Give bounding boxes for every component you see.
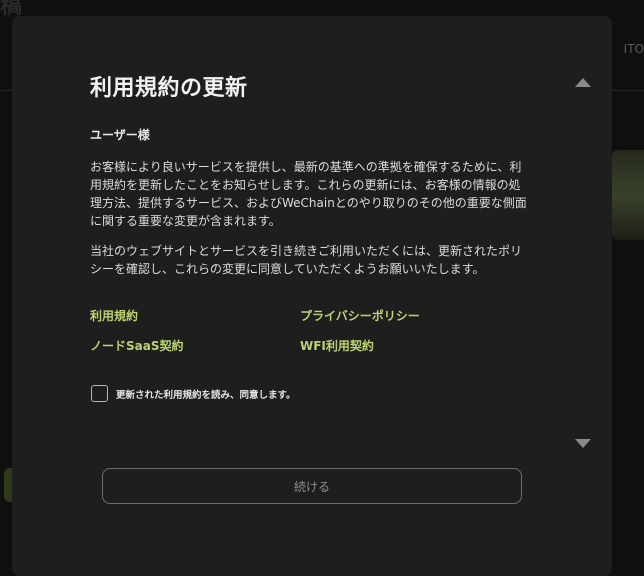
modal-content: ユーザー様 お客様により良いサービスを提供し、最新の基準への準拠を確保するために… bbox=[90, 126, 530, 290]
agree-row[interactable]: 更新された利用規約を読み、同意します。 bbox=[91, 385, 296, 402]
scroll-down-icon[interactable] bbox=[575, 439, 591, 448]
agree-label: 更新された利用規約を読み、同意します。 bbox=[116, 389, 296, 401]
paragraph-1: お客様により良いサービスを提供し、最新の基準への準拠を確保するために、利用規約を… bbox=[90, 160, 527, 228]
background-top-right-text: ITO bbox=[623, 42, 644, 56]
greeting-text: ユーザー様 bbox=[90, 128, 150, 142]
modal-title: 利用規約の更新 bbox=[90, 76, 248, 101]
paragraph-2: 当社のウェブサイトとサービスを引き続きご利用いただくには、更新されたポリシーを確… bbox=[90, 244, 523, 276]
link-wfi-agreement[interactable]: WFI利用契約 bbox=[300, 337, 374, 354]
agree-checkbox[interactable] bbox=[91, 385, 108, 402]
background-thumbnail bbox=[612, 150, 644, 240]
link-node-saas-agreement[interactable]: ノードSaaS契約 bbox=[90, 337, 183, 354]
link-privacy-policy[interactable]: プライバシーポリシー bbox=[300, 307, 420, 324]
continue-button[interactable]: 続ける bbox=[102, 468, 522, 504]
link-terms-of-use[interactable]: 利用規約 bbox=[90, 307, 138, 324]
terms-update-modal: 利用規約の更新 ユーザー様 お客様により良いサービスを提供し、最新の基準への準拠… bbox=[12, 16, 612, 576]
scroll-up-icon[interactable] bbox=[575, 78, 591, 87]
